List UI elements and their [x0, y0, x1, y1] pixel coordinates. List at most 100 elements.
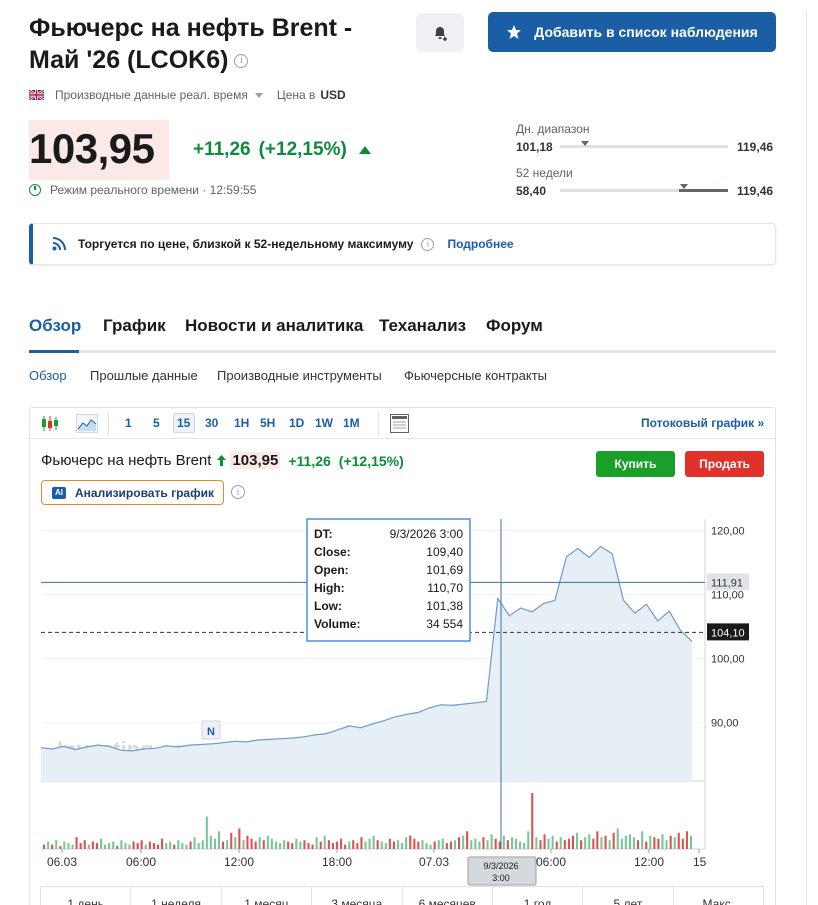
- tab-forum[interactable]: Форум: [486, 316, 543, 336]
- interval-15[interactable]: 15: [177, 416, 190, 430]
- period-3m[interactable]: 3 месяца: [312, 887, 403, 905]
- period-1d[interactable]: 1 день: [41, 887, 132, 905]
- alert-button[interactable]: [416, 13, 464, 52]
- interval-1h[interactable]: 1H: [234, 416, 249, 430]
- volume-bar: [437, 840, 440, 849]
- volume-bar: [169, 841, 172, 849]
- volume-bar: [161, 838, 164, 849]
- volume-bar: [637, 840, 640, 849]
- notice-more-link[interactable]: Подробнее: [447, 237, 513, 251]
- page-divider: [806, 12, 807, 905]
- volume-bar: [205, 816, 208, 849]
- volume-bar: [527, 831, 530, 849]
- volume-bar: [287, 841, 290, 849]
- volume-bar: [429, 844, 432, 849]
- subtab-historical[interactable]: Прошлые данные: [90, 368, 198, 383]
- volume-bar: [279, 843, 282, 849]
- period-1y[interactable]: 1 год: [493, 887, 584, 905]
- volume-bar: [612, 832, 615, 849]
- interval-30[interactable]: 30: [205, 416, 218, 430]
- volume-bar: [376, 840, 379, 849]
- table-view-icon[interactable]: [390, 414, 409, 433]
- volume-bar: [295, 838, 298, 849]
- sell-button[interactable]: Продать: [685, 451, 764, 477]
- volume-bar: [262, 840, 265, 849]
- volume-bar: [392, 841, 395, 849]
- tab-news[interactable]: Новости и аналитика: [185, 316, 363, 336]
- watchlist-label: Добавить в список наблюдения: [534, 24, 758, 40]
- tab-chart[interactable]: График: [103, 316, 166, 336]
- tab-technical[interactable]: Теханализ: [379, 316, 466, 336]
- ai-badge-icon: AI: [52, 486, 66, 499]
- streaming-chart-link[interactable]: Потоковый график »: [641, 416, 764, 430]
- info-icon[interactable]: i: [421, 237, 435, 251]
- volume-bar: [466, 831, 469, 849]
- tooltip-key: Open:: [314, 563, 349, 577]
- volume-bar: [299, 841, 302, 849]
- last-price: 103,95: [29, 125, 155, 172]
- period-5y[interactable]: 5 лет: [583, 887, 674, 905]
- period-max[interactable]: Макс.: [674, 887, 764, 905]
- day-range-high: 119,46: [737, 140, 774, 154]
- volume-bar: [413, 838, 416, 849]
- chevron-down-icon[interactable]: [254, 92, 263, 98]
- subtab-overview[interactable]: Обзор: [29, 368, 67, 383]
- volume-bar: [148, 841, 151, 849]
- chart-title-row: Фьючерс на нефть Brent 103,95 +11,26 (+1…: [41, 452, 404, 469]
- active-tab-indicator: [29, 350, 79, 353]
- volume-bar: [360, 837, 363, 849]
- period-6m[interactable]: 6 месяцев: [403, 887, 493, 905]
- buy-button[interactable]: Купить: [596, 451, 675, 477]
- uk-flag-icon: [29, 90, 44, 100]
- volume-bar: [79, 843, 82, 849]
- info-icon[interactable]: i: [231, 485, 245, 499]
- volume-bar: [474, 838, 477, 849]
- volume-bar: [571, 835, 574, 849]
- info-icon[interactable]: i: [234, 54, 249, 69]
- volume-bar: [218, 831, 221, 849]
- volume-bar: [222, 841, 225, 849]
- period-1m[interactable]: 1 месяц: [222, 887, 313, 905]
- interval-1d[interactable]: 1D: [289, 416, 304, 430]
- interval-1[interactable]: 1: [125, 416, 132, 430]
- analyze-chart-button[interactable]: AI Анализировать график: [41, 480, 224, 505]
- volume-bar: [258, 837, 261, 849]
- volume-bar: [567, 838, 570, 849]
- volume-bar: [197, 843, 200, 849]
- volume-bar: [498, 841, 501, 849]
- volume-bar: [246, 835, 249, 849]
- interval-1w[interactable]: 1W: [315, 416, 333, 430]
- day-range-low: 101,18: [516, 140, 553, 154]
- subtab-derivatives[interactable]: Производные инструменты: [217, 368, 382, 383]
- price-chart[interactable]: 120,00 110,00 100,00 90,00 06.03 06:00 12:00 18…: [30, 511, 775, 895]
- near-high-notice: Торгуется по цене, близкой к 52-недельно…: [29, 223, 776, 265]
- interval-1m[interactable]: 1M: [343, 416, 360, 430]
- volume-bar: [193, 837, 196, 849]
- period-1w[interactable]: 1 неделя: [131, 887, 222, 905]
- x-tick-label: 07.03: [419, 855, 449, 869]
- week52-range-marker: [680, 184, 689, 189]
- subtab-futures[interactable]: Фьючерсные контракты: [404, 368, 547, 383]
- toolbar-separator: [378, 413, 379, 435]
- data-type-label[interactable]: Производные данные реал. время: [55, 88, 248, 102]
- interval-5h[interactable]: 5H: [260, 416, 275, 430]
- main-tabs: Обзор График Новости и аналитика Теханал…: [29, 315, 776, 353]
- volume-bar: [140, 840, 143, 849]
- volume-bar: [95, 843, 98, 849]
- volume-bar: [588, 834, 591, 849]
- candlestick-icon[interactable]: [40, 415, 60, 432]
- area-chart-icon[interactable]: [76, 414, 98, 433]
- volume-bar: [364, 841, 367, 849]
- volume-bar: [576, 832, 579, 849]
- tooltip-value: 9/3/2026 3:00: [390, 527, 464, 541]
- interval-5[interactable]: 5: [153, 416, 160, 430]
- volume-bar: [67, 843, 70, 849]
- volume-bar: [624, 835, 627, 849]
- tab-overview[interactable]: Обзор: [29, 316, 81, 336]
- volume-bar: [620, 838, 623, 849]
- add-to-watchlist-button[interactable]: Добавить в список наблюдения: [488, 12, 776, 52]
- volume-bar: [303, 840, 306, 849]
- volume-bar: [291, 843, 294, 849]
- change-percent: (+12,15%): [258, 139, 347, 160]
- chart-price: 103,95: [230, 452, 281, 469]
